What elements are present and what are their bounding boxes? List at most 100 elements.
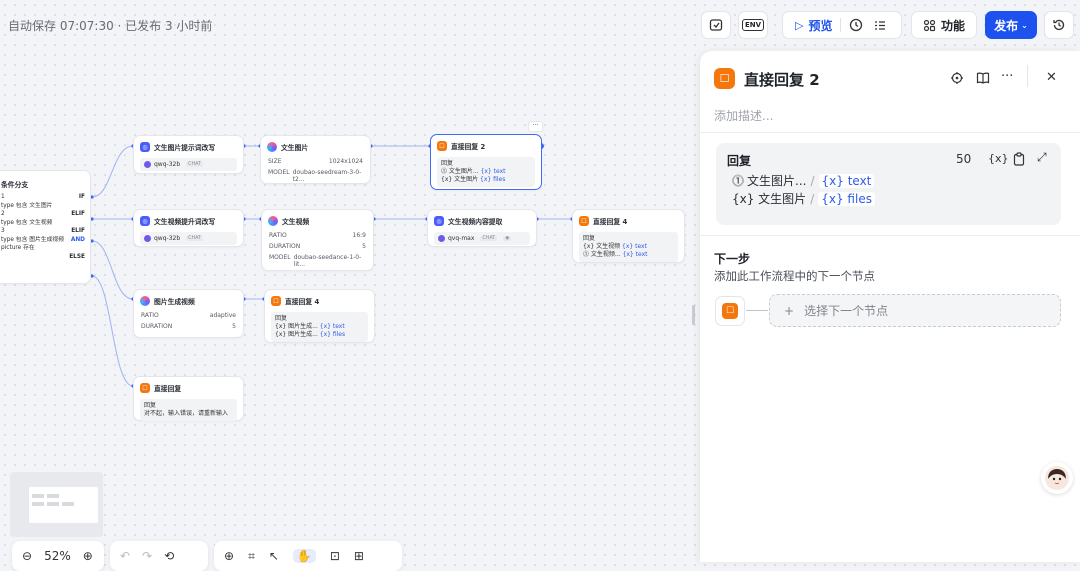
version-history-button[interactable] bbox=[1044, 11, 1074, 39]
node-text-to-video[interactable]: 文生视频 RATIO 16:9 DURATION 5 MODEL doubao-see… bbox=[261, 209, 374, 271]
features-label: 功能 bbox=[940, 18, 965, 33]
reply-var-row[interactable]: {x} 文生图片 / {x} files bbox=[732, 190, 875, 207]
param-value: 16:9 bbox=[352, 232, 366, 239]
box-label: 回复 bbox=[144, 402, 157, 409]
condition-text: type 包含 文生视频 bbox=[1, 219, 53, 226]
var-name: 文生图片... bbox=[747, 174, 807, 188]
param-label: RATIO bbox=[269, 232, 287, 239]
condition-row: 1 IF bbox=[0, 193, 90, 202]
minimap[interactable] bbox=[10, 472, 103, 537]
node-direct-reply-4b[interactable]: ☐ 直接回复 4 回复 {x} 图片生成... {x} text {x} 图片生成… bbox=[264, 289, 375, 343]
edges bbox=[90, 143, 574, 388]
next-step-desc: 添加此工作流程中的下一个节点 bbox=[714, 269, 875, 283]
llm-icon: ◎ bbox=[434, 216, 444, 226]
divider bbox=[1027, 65, 1028, 87]
condition-row: type 包含 文生视频 bbox=[0, 219, 90, 228]
box-label: 回复 bbox=[583, 235, 596, 242]
reply-count: 50 bbox=[956, 152, 972, 166]
debug-button[interactable] bbox=[701, 11, 731, 39]
node-prompt-video[interactable]: ◎ 文生视频提升词改写 qwq-32b CHAT bbox=[133, 209, 244, 247]
node-prompt-image[interactable]: ◎ 文生图片提示词改写 qwq-32b CHAT bbox=[133, 135, 244, 174]
features-icon bbox=[923, 19, 936, 31]
plus-icon: + bbox=[784, 303, 795, 318]
panel-title[interactable]: 直接回复 2 bbox=[744, 69, 820, 90]
node-direct-reply-2[interactable]: ☐ 直接回复 2 回复 ⓵ 文生图片... {x} text {x} 文生图片 {… bbox=[430, 134, 542, 190]
condition-text: picture 存在 bbox=[1, 245, 35, 251]
panel-resize-handle[interactable] bbox=[692, 305, 695, 325]
checklist-icon[interactable] bbox=[873, 18, 887, 32]
model-chip: CHAT bbox=[186, 162, 203, 167]
node-title: 直接回复 4 bbox=[593, 218, 628, 226]
reply-var-tag: {x} text bbox=[319, 323, 345, 330]
box-label: 回复 bbox=[441, 160, 454, 167]
condition-text: 2 bbox=[1, 211, 5, 217]
reply-icon: ☐ bbox=[714, 68, 735, 89]
next-step-title: 下一步 bbox=[714, 252, 751, 266]
node-settings-panel: ☐ 直接回复 2 ··· ✕ 添加描述... 回复 50 {x} ⤢ ⓵ 文生图… bbox=[700, 51, 1080, 562]
publish-label: 发布 bbox=[994, 18, 1019, 33]
reply-var: {x} 文生视频 bbox=[583, 243, 621, 250]
param-value: doubao-seedance-1-0-lit... bbox=[293, 254, 362, 268]
assistant-avatar[interactable] bbox=[1041, 462, 1073, 494]
param-value: 1024x1024 bbox=[328, 158, 363, 165]
minimap-node bbox=[32, 494, 44, 498]
more-icon[interactable]: ··· bbox=[1001, 69, 1013, 84]
zoom-toolbar: ⊖ 52% ⊕ bbox=[12, 541, 104, 571]
history-toolbar: ↶ ↷ ⟲ bbox=[110, 541, 208, 571]
history-icon[interactable]: ⟲ bbox=[164, 549, 174, 563]
condition-row: 2 ELIF bbox=[0, 210, 90, 219]
publish-button[interactable]: 发布 ⌄ bbox=[985, 11, 1037, 39]
undo-icon[interactable]: ↶ bbox=[120, 549, 130, 563]
close-icon[interactable]: ✕ bbox=[1046, 70, 1057, 85]
organize-icon[interactable]: ⊞ bbox=[354, 549, 364, 563]
hand-icon[interactable]: ✋ bbox=[292, 549, 316, 563]
node-direct-reply-4a[interactable]: ☐ 直接回复 4 回复 {x} 文生视频 {x} text ⓵ 文生视频... {… bbox=[572, 209, 685, 263]
node-text-to-image[interactable]: 文生图片 SIZE 1024x1024 MODEL doubao-seedream-… bbox=[260, 135, 371, 184]
reply-var-tag: {x} files bbox=[319, 331, 346, 338]
reply-var-tag: {x} text bbox=[622, 243, 647, 250]
model-name: qvq-max bbox=[448, 235, 475, 242]
zoom-in-icon[interactable]: ⊕ bbox=[83, 549, 93, 563]
zoom-level[interactable]: 52% bbox=[44, 549, 71, 563]
pointer-icon[interactable]: ↖ bbox=[269, 549, 279, 563]
reply-text: 对不起，输入错误，请重新输入 bbox=[144, 410, 229, 417]
param-label: MODEL bbox=[269, 254, 291, 261]
param-value: adaptive bbox=[209, 312, 236, 319]
var-tag: {x} text bbox=[818, 173, 875, 188]
description-input[interactable]: 添加描述... bbox=[714, 107, 773, 124]
reply-var-row[interactable]: ⓵ 文生图片... / {x} text bbox=[732, 172, 875, 189]
copy-icon[interactable] bbox=[1013, 152, 1025, 166]
features-button[interactable]: 功能 bbox=[911, 11, 977, 39]
reply-icon: ☐ bbox=[271, 296, 281, 306]
node-title: 直接回复 bbox=[154, 385, 182, 393]
export-image-icon[interactable]: ⊡ bbox=[330, 549, 340, 563]
condition-node[interactable]: 条件分支 1 IF type 包含 文生图片 2 ELIF type 包含 文生视频 3 EL… bbox=[0, 170, 91, 284]
param-value: 5 bbox=[362, 243, 366, 250]
node-image-to-video[interactable]: 图片生成视频 RATIO adaptive DURATION 5 bbox=[133, 289, 244, 338]
zoom-out-icon[interactable]: ⊖ bbox=[22, 549, 32, 563]
insert-variable-button[interactable]: {x} bbox=[988, 152, 1009, 165]
locate-icon[interactable] bbox=[950, 71, 964, 85]
add-note-icon[interactable]: ⌗ bbox=[248, 549, 255, 564]
reply-var: {x} 文生图片 bbox=[441, 176, 479, 183]
add-node-icon[interactable]: ⊕ bbox=[224, 549, 234, 563]
node-direct-reply-else[interactable]: ☐ 直接回复 回复 对不起，输入错误，请重新输入 bbox=[133, 376, 244, 421]
redo-icon[interactable]: ↷ bbox=[142, 549, 152, 563]
preview-button[interactable]: 预览 bbox=[808, 17, 832, 34]
node-more-button[interactable]: ··· bbox=[528, 121, 543, 132]
vision-icon: ◉ bbox=[503, 236, 512, 241]
history-run-icon[interactable] bbox=[849, 18, 863, 32]
env-label: ENV bbox=[741, 19, 765, 31]
condition-branch: ELIF bbox=[71, 211, 85, 217]
current-node-badge: ☐ bbox=[715, 296, 745, 326]
expand-icon[interactable]: ⤢ bbox=[1037, 150, 1047, 165]
model-name: qwq-32b bbox=[154, 161, 181, 168]
env-button[interactable]: ENV bbox=[738, 11, 768, 39]
condition-branch: ELSE bbox=[69, 253, 85, 260]
debug-icon bbox=[709, 19, 723, 31]
select-next-node-button[interactable]: + 选择下一个节点 bbox=[769, 294, 1061, 327]
book-icon[interactable] bbox=[976, 71, 990, 85]
reply-var: {x} 图片生成... bbox=[275, 323, 318, 330]
node-video-extract[interactable]: ◎ 文生视频内容提取 qvq-max CHAT ◉ bbox=[427, 209, 537, 247]
chevron-down-icon: ⌄ bbox=[1021, 20, 1028, 30]
